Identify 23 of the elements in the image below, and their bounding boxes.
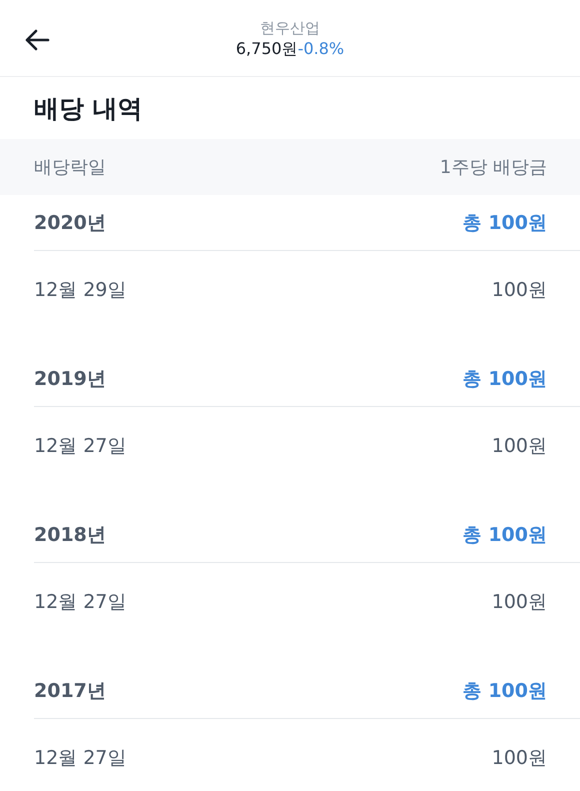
year-label: 2017년 <box>34 678 106 704</box>
column-header: 배당락일 <box>34 156 106 179</box>
dividend-date: 12월 27일 <box>34 591 126 613</box>
dividend-amount: 100원 <box>492 435 547 457</box>
dividend-date: 12월 29일 <box>34 279 126 301</box>
column-header: 1주당 배당금 <box>440 156 547 179</box>
year-label: 2018년 <box>34 522 106 548</box>
year-total: 총 100원 <box>462 366 547 392</box>
year-label: 2020년 <box>34 210 106 236</box>
year-total: 총 100원 <box>462 522 547 548</box>
dividend-amount: 100원 <box>492 747 547 769</box>
dividend-amount: 100원 <box>492 279 547 301</box>
dividend-amount: 100원 <box>492 591 547 613</box>
year-label: 2019년 <box>34 366 106 392</box>
back-arrow-icon <box>24 29 50 51</box>
dividend-date: 12월 27일 <box>34 435 126 457</box>
stock-price: 6,750원 <box>236 39 298 58</box>
price-change: -0.8% <box>298 39 344 58</box>
year-total: 총 100원 <box>462 210 547 236</box>
dividend-date: 12월 27일 <box>34 747 126 769</box>
stock-name: 현우산업 <box>260 18 320 38</box>
year-total: 총 100원 <box>462 678 547 704</box>
section-title: 배당 내역 <box>33 92 144 124</box>
